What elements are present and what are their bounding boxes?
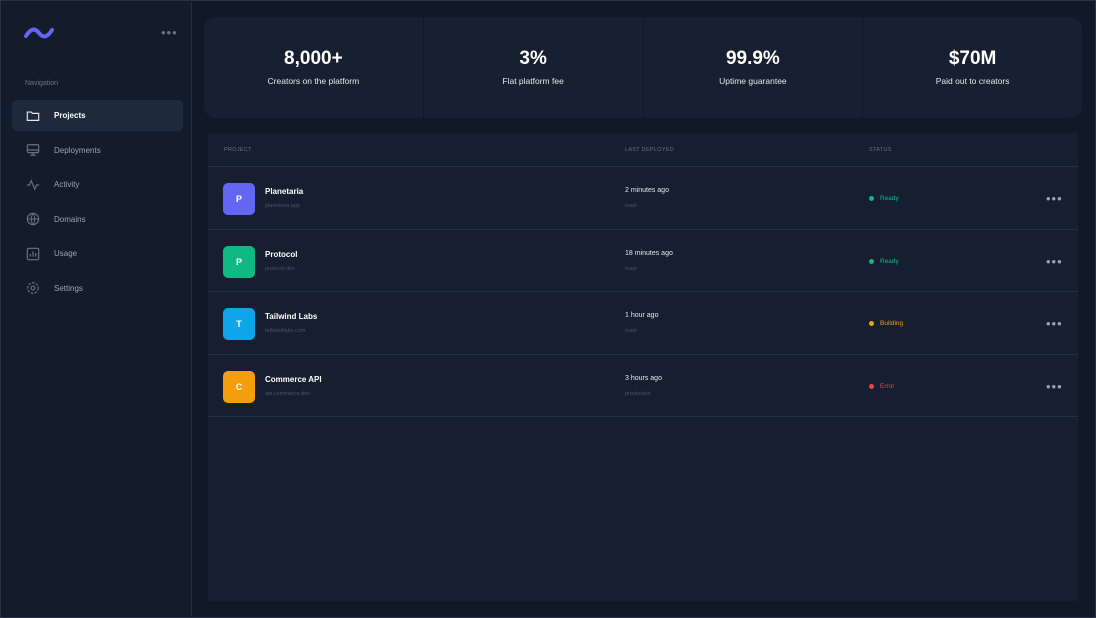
stat-label: Creators on the platform: [267, 75, 360, 86]
project-domain[interactable]: planetaria.app: [265, 203, 300, 209]
sidebar-item-settings[interactable]: Settings: [12, 273, 183, 304]
column-header-project: PROJECT: [224, 147, 252, 153]
sidebar-item-label: Activity: [54, 180, 80, 189]
sidebar: ••• Navigation Projects Deployments Acti…: [2, 2, 192, 616]
project-name[interactable]: Planetaria: [265, 187, 303, 196]
project-avatar: P: [223, 245, 255, 278]
server-icon: [25, 142, 41, 158]
status-badge: Ready: [869, 195, 899, 202]
globe-icon: [25, 211, 41, 227]
project-domain[interactable]: tailwindlabs.com: [265, 328, 305, 334]
status-badge: Ready: [869, 258, 899, 265]
chart-icon: [25, 246, 41, 262]
row-more-button[interactable]: •••: [1046, 316, 1063, 331]
stat-value: 3%: [519, 47, 547, 69]
table-header: PROJECT LAST DEPLOYED STATUS: [208, 133, 1078, 167]
project-avatar: T: [223, 308, 255, 340]
sidebar-item-projects[interactable]: Projects: [12, 100, 183, 131]
sidebar-nav: Projects Deployments Activity Domains Us…: [12, 100, 183, 307]
stat-label: Flat platform fee: [502, 75, 564, 86]
stat-label: Uptime guarantee: [719, 75, 787, 86]
sidebar-item-label: Projects: [54, 111, 86, 120]
branch-name: main: [625, 203, 637, 209]
sidebar-more-button[interactable]: •••: [161, 26, 178, 40]
stats-panel: 8,000+ Creators on the platform 3% Flat …: [204, 17, 1082, 118]
folder-icon: [25, 108, 41, 124]
stat-uptime: 99.9% Uptime guarantee: [644, 17, 864, 118]
project-domain[interactable]: protocol.dev: [265, 266, 295, 272]
status-label: Ready: [880, 195, 899, 202]
status-dot-icon: [869, 196, 874, 201]
status-dot-icon: [869, 321, 874, 326]
table-row[interactable]: P Planetaria planetaria.app 2 minutes ag…: [208, 167, 1078, 230]
stat-creators: 8,000+ Creators on the platform: [204, 17, 424, 118]
row-more-button[interactable]: •••: [1046, 191, 1063, 206]
sidebar-item-label: Domains: [54, 214, 86, 224]
stat-value: 99.9%: [725, 47, 780, 69]
project-avatar: C: [223, 370, 255, 403]
logo-icon[interactable]: [24, 24, 54, 42]
project-avatar: P: [223, 183, 255, 215]
row-more-button[interactable]: •••: [1046, 254, 1063, 269]
sidebar-item-label: Deployments: [54, 145, 101, 155]
row-more-button[interactable]: •••: [1046, 379, 1063, 394]
projects-table: PROJECT LAST DEPLOYED STATUS P Planetari…: [208, 133, 1078, 601]
branch-name: production: [625, 390, 651, 397]
status-dot-icon: [869, 258, 874, 264]
app-window: ••• Navigation Projects Deployments Acti…: [0, 0, 1096, 618]
nav-heading: Navigation: [25, 80, 59, 87]
sidebar-item-label: Usage: [54, 249, 78, 258]
column-header-status: STATUS: [869, 147, 892, 153]
last-deployed-time: 1 hour ago: [625, 312, 659, 319]
stat-payout: $70M Paid out to creators: [863, 17, 1082, 118]
sidebar-item-deployments[interactable]: Deployments: [12, 135, 183, 166]
column-header-last-deployed: LAST DEPLOYED: [625, 147, 675, 153]
last-deployed-time: 2 minutes ago: [625, 187, 669, 194]
stat-fee: 3% Flat platform fee: [424, 17, 644, 118]
branch-name: main: [625, 328, 637, 334]
project-name[interactable]: Commerce API: [265, 375, 322, 384]
project-name[interactable]: Tailwind Labs: [265, 312, 317, 321]
table-row[interactable]: C Commerce API api.commerce.dev 3 hours …: [208, 355, 1078, 417]
sidebar-item-domains[interactable]: Domains: [12, 204, 183, 235]
table-row[interactable]: P Protocol protocol.dev 18 minutes ago m…: [208, 230, 1078, 292]
stat-value: $70M: [948, 47, 997, 69]
status-label: Building: [880, 320, 904, 327]
status-label: Error: [880, 382, 895, 390]
status-badge: Building: [869, 320, 903, 327]
status-label: Ready: [880, 257, 899, 265]
status-dot-icon: [869, 383, 874, 389]
sidebar-item-usage[interactable]: Usage: [12, 238, 183, 269]
branch-name: main: [625, 265, 637, 272]
project-name[interactable]: Protocol: [265, 250, 297, 259]
sidebar-item-label: Settings: [54, 283, 83, 293]
last-deployed-time: 18 minutes ago: [625, 249, 673, 257]
last-deployed-time: 3 hours ago: [625, 374, 662, 382]
table-row[interactable]: T Tailwind Labs tailwindlabs.com 1 hour …: [208, 292, 1078, 355]
activity-icon: [25, 177, 41, 193]
sidebar-item-activity[interactable]: Activity: [12, 169, 183, 200]
project-domain[interactable]: api.commerce.dev: [265, 391, 310, 397]
status-badge: Error: [869, 383, 894, 390]
stat-value: 8,000+: [284, 47, 343, 69]
gear-icon: [25, 280, 41, 296]
stat-label: Paid out to creators: [935, 75, 1010, 86]
